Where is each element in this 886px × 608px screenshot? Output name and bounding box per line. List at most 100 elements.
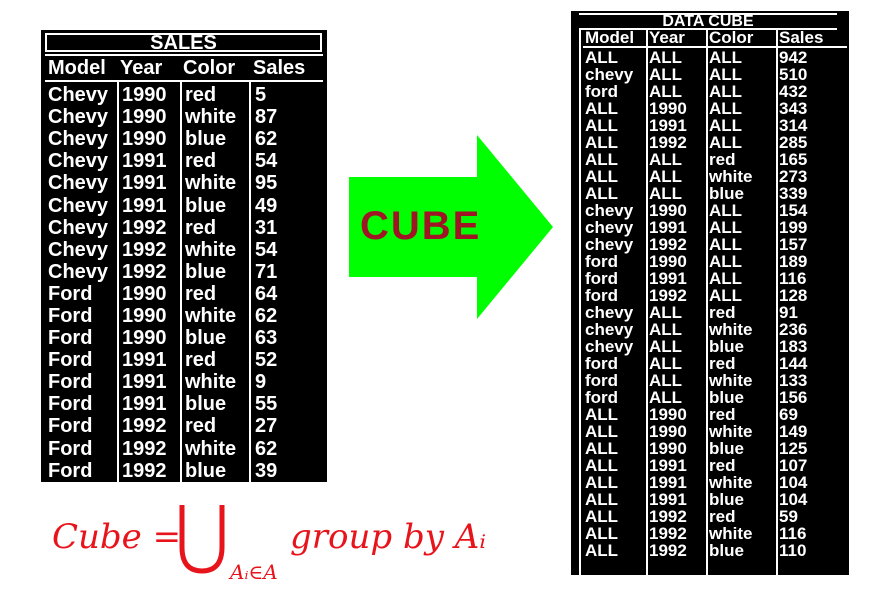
cell-year: 1992 [122,459,167,482]
cell-model: ALL [585,490,619,509]
cell-sales: 189 [779,252,808,271]
cube-row: ford ALL white 133 [583,372,847,389]
cell-year: 1991 [122,172,167,195]
cell-color: ALL [709,235,743,254]
sales-row: Chevy 1990 red 5 [45,84,323,106]
cell-year: 1992 [649,541,687,560]
sales-row: Ford 1990 white 62 [45,305,323,327]
cell-sales: 133 [779,371,808,390]
cell-sales: 285 [779,133,808,152]
cube-row: ALL ALL ALL 942 [583,49,847,66]
cell-model: Chevy [48,194,109,217]
cell-color: ALL [709,133,743,152]
cell-sales: 116 [779,524,807,543]
cell-model: ford [585,269,619,288]
cell-year: 1991 [122,194,167,217]
cube-row: ford ALL blue 156 [583,389,847,406]
cell-model: ALL [585,133,619,152]
cell-sales: 71 [255,260,278,283]
cell-color: white [185,238,237,261]
cube-row: ALL 1991 blue 104 [583,491,847,508]
cell-color: ALL [709,269,743,288]
cell-color: ALL [709,218,743,237]
cube-row: ALL 1991 white 104 [583,474,847,491]
cell-model: ALL [585,150,619,169]
cell-model: Chevy [48,260,109,283]
cube-row: chevy 1990 ALL 154 [583,202,847,219]
cell-color: blue [185,260,227,283]
cell-color: white [185,304,237,327]
cell-color: ALL [709,48,743,67]
cell-sales: 110 [779,541,807,560]
cell-model: ALL [585,116,619,135]
sales-header-sales: Sales [253,57,306,79]
cube-row: ford 1992 ALL 128 [583,287,847,304]
cell-color: blue [709,541,744,560]
cell-model: Ford [48,327,93,350]
cell-model: ford [585,388,619,407]
cell-model: Chevy [48,172,109,195]
sales-row: Chevy 1990 white 87 [45,106,323,128]
cell-model: Ford [48,349,93,372]
cell-sales: 339 [779,184,808,203]
cell-year: 1991 [649,490,687,509]
cell-model: ford [585,371,619,390]
cell-sales: 104 [779,490,808,509]
cell-sales: 149 [779,422,808,441]
cell-sales: 199 [779,218,808,237]
cell-sales: 273 [779,167,808,186]
formula-rhs: group by Aᵢ [290,517,487,557]
cell-color: ALL [709,201,743,220]
cell-year: 1991 [649,269,687,288]
cell-model: ALL [585,422,619,441]
cell-model: ALL [585,439,619,458]
cell-color: blue [709,184,744,203]
cell-year: 1990 [649,99,687,118]
cell-color: white [709,473,753,492]
cell-color: blue [709,490,744,509]
cube-header-color: Color [709,30,754,46]
cell-color: white [185,437,237,460]
cell-color: white [709,320,753,339]
cube-row: chevy ALL red 91 [583,304,847,321]
cell-model: ford [585,286,619,305]
cell-year: 1991 [649,456,687,475]
cell-color: blue [709,388,744,407]
formula-subscript: Aᵢ∈A [230,560,278,584]
sales-row: Chevy 1992 white 54 [45,239,323,261]
cell-sales: 49 [255,194,278,217]
cell-sales: 27 [255,415,278,438]
cell-color: white [185,172,237,195]
cell-model: ALL [585,456,619,475]
cube-row: chevy ALL white 236 [583,321,847,338]
cell-sales: 95 [255,172,278,195]
cube-row: ALL 1991 ALL 314 [583,117,847,134]
cell-color: red [709,303,736,322]
cell-model: Ford [48,437,93,460]
cell-sales: 69 [779,405,798,424]
cell-sales: 39 [255,459,278,482]
cell-model: ALL [585,405,619,424]
cell-color: blue [185,327,227,350]
cell-year: 1992 [649,235,687,254]
cell-color: ALL [709,65,743,84]
cell-color: ALL [709,286,743,305]
cell-color: red [185,84,217,107]
cell-year: 1990 [649,405,687,424]
cube-row: ALL 1990 ALL 343 [583,100,847,117]
cell-color: red [185,415,217,438]
cell-model: chevy [585,337,634,356]
sales-row: Chevy 1992 blue 71 [45,261,323,283]
cube-header-row: Model Year Color Sales [583,30,847,48]
cube-row: chevy 1991 ALL 199 [583,219,847,236]
cell-year: 1991 [649,116,687,135]
cell-sales: 63 [255,327,278,350]
sales-table-body: Chevy 1990 red 5 Chevy 1990 white 87 Chevy 1990 bl… [45,84,323,482]
cube-row: ALL 1992 red 59 [583,508,847,525]
cell-color: white [709,167,753,186]
cell-model: chevy [585,235,634,254]
cell-model: ALL [585,507,619,526]
cell-model: Ford [48,459,93,482]
cell-year: 1992 [122,238,167,261]
cell-model: ALL [585,167,619,186]
